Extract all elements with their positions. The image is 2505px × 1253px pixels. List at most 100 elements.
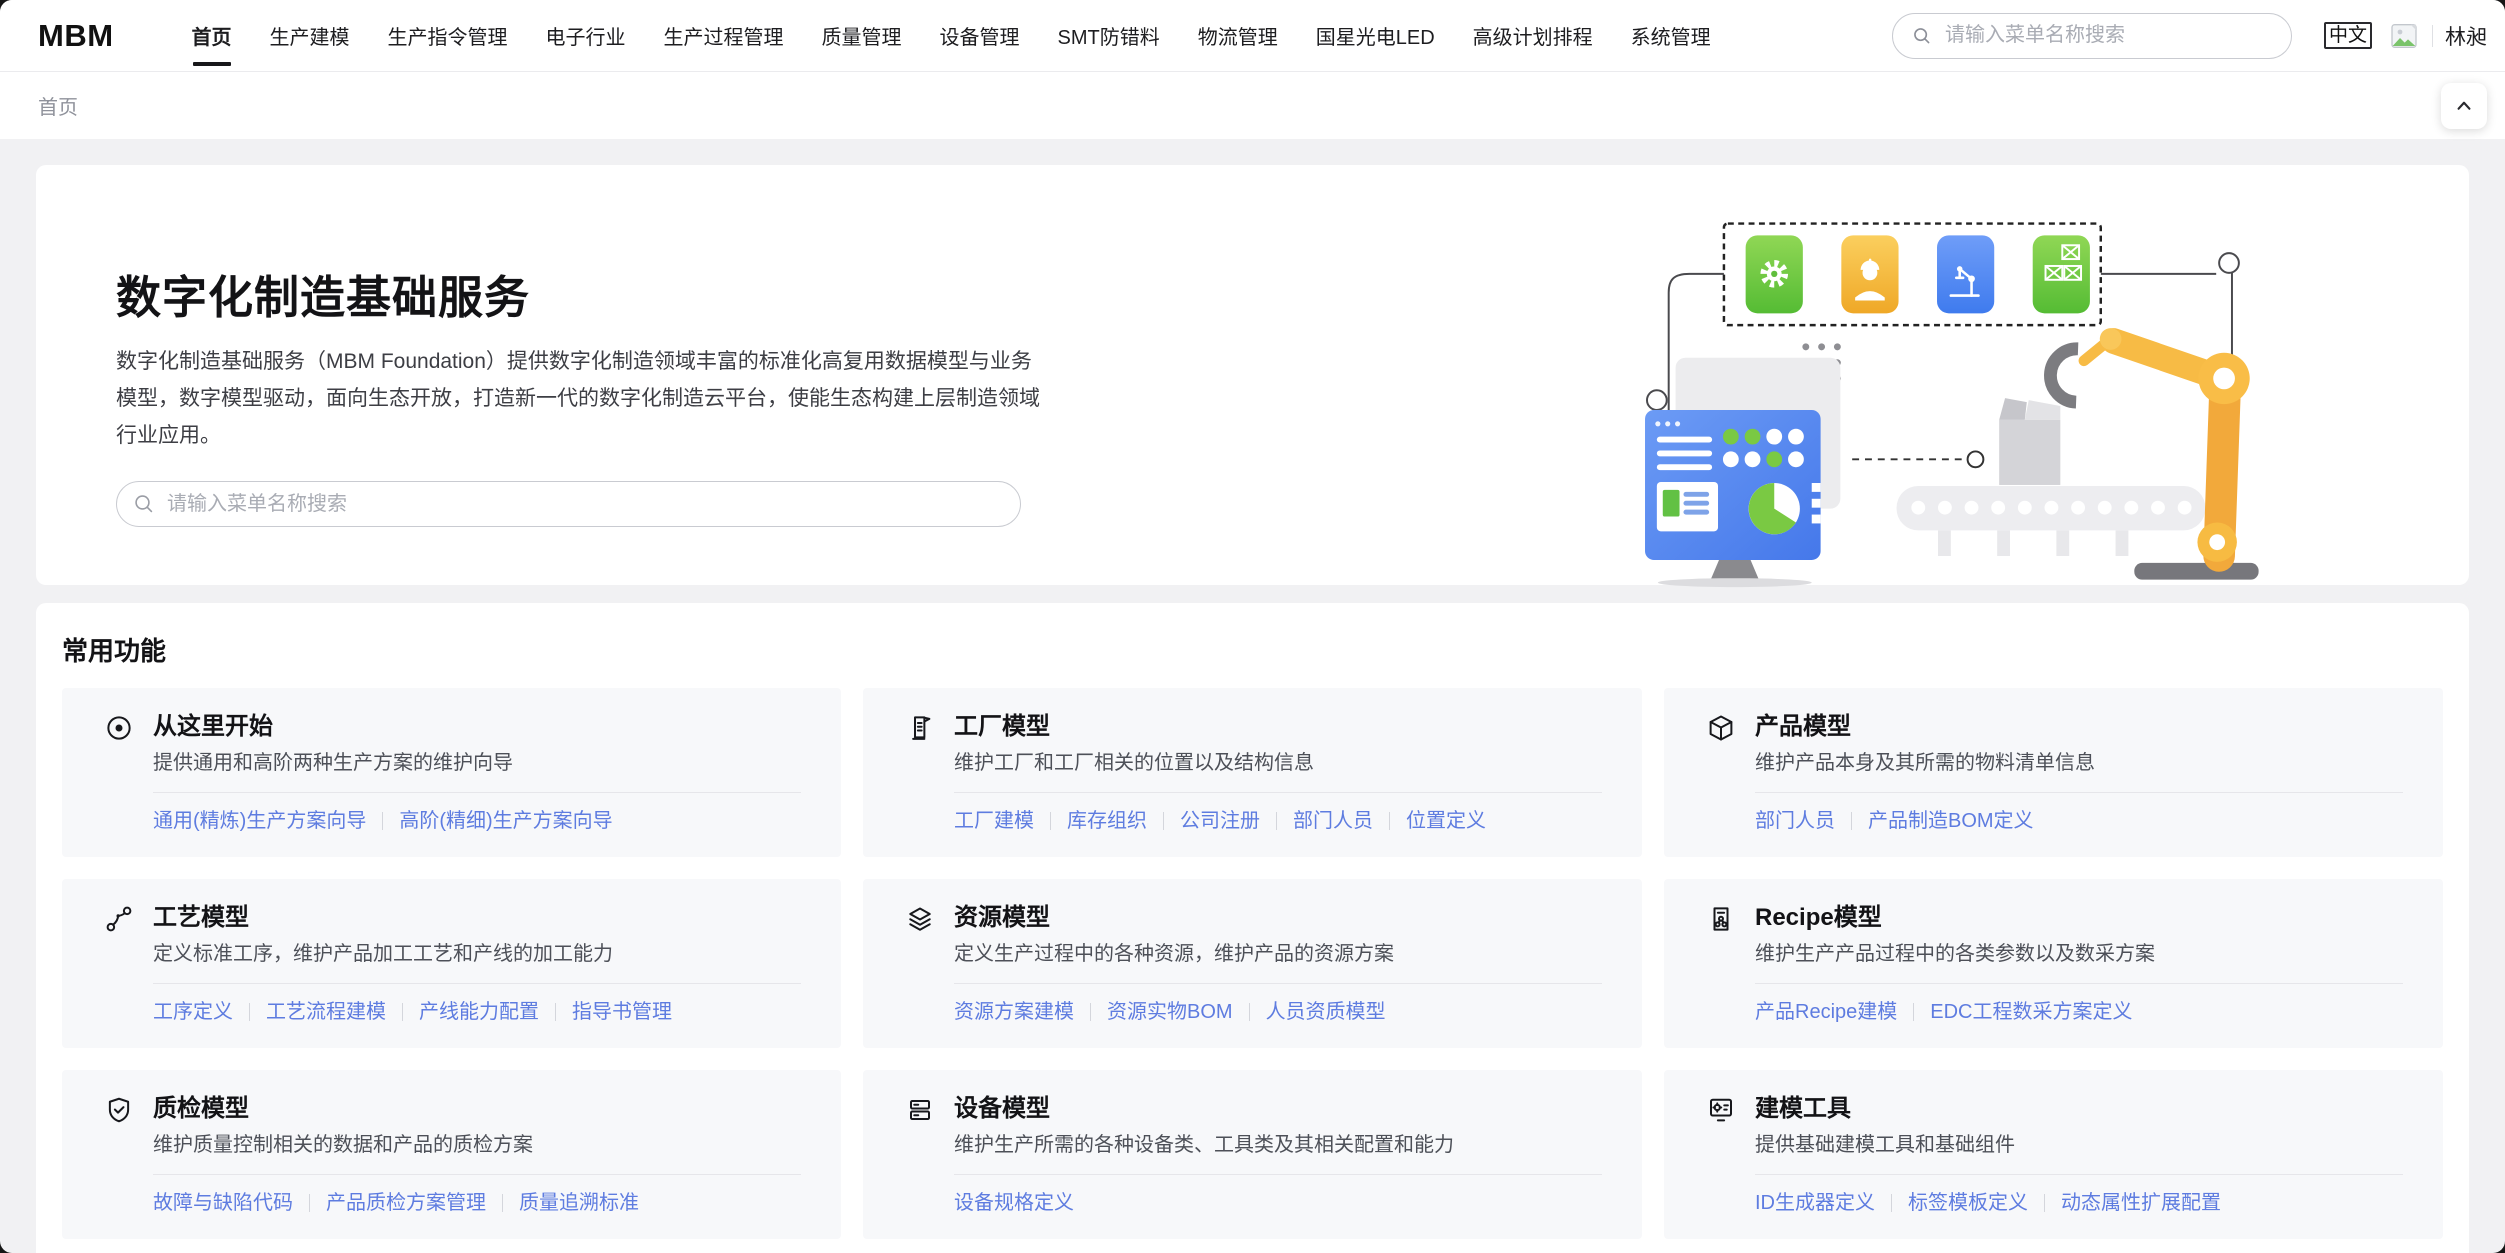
username[interactable]: 林昶 bbox=[2445, 21, 2491, 51]
card-link[interactable]: 公司注册 bbox=[1180, 807, 1260, 835]
card-title: 工厂模型 bbox=[954, 712, 1602, 742]
card-links: 工厂建模 库存组织 公司注册 部门人员 位置定义 bbox=[954, 807, 1602, 835]
card-divider bbox=[954, 1174, 1602, 1175]
card-link[interactable]: 动态属性扩展配置 bbox=[2061, 1189, 2221, 1217]
header-search[interactable] bbox=[1892, 13, 2292, 59]
nav-item-production-order-mgmt[interactable]: 生产指令管理 bbox=[388, 0, 508, 71]
function-card: 从这里开始 提供通用和高阶两种生产方案的维护向导 通用(精炼)生产方案向导高阶(… bbox=[62, 688, 841, 857]
card-divider bbox=[153, 792, 801, 793]
breadcrumb-bar: 首页 bbox=[0, 72, 2505, 139]
nav-item-logistics-mgmt[interactable]: 物流管理 bbox=[1198, 0, 1278, 71]
language-toggle[interactable]: 中文 bbox=[2324, 22, 2372, 49]
card-links: 资源方案建模 资源实物BOM 人员资质模型 bbox=[954, 998, 1602, 1026]
breadcrumb[interactable]: 首页 bbox=[38, 91, 78, 120]
card-title: 工艺模型 bbox=[153, 903, 801, 933]
card-link[interactable]: 产品质检方案管理 bbox=[326, 1189, 486, 1217]
function-card: 工厂模型 维护工厂和工厂相关的位置以及结构信息 工厂建模 库存组织 公司注册 部门人员… bbox=[863, 688, 1642, 857]
card-link[interactable]: 库存组织 bbox=[1067, 807, 1147, 835]
card-link[interactable]: 指导书管理 bbox=[572, 998, 672, 1026]
main-nav: 首页生产建模生产指令管理电子行业生产过程管理质量管理设备管理 SMT防错料物流管理… bbox=[192, 0, 1711, 71]
hero-search[interactable] bbox=[116, 481, 1021, 527]
card-links: 产品Recipe建模 EDC工程数采方案定义 bbox=[1755, 998, 2403, 1026]
card-link[interactable]: 设备规格定义 bbox=[954, 1189, 1074, 1217]
card-link[interactable]: 资源实物BOM bbox=[1107, 998, 1233, 1026]
header-search-input[interactable] bbox=[1943, 23, 2273, 48]
nav-item-production-modeling[interactable]: 生产建模 bbox=[270, 0, 350, 71]
functions-section: 常用功能 从这里开始 提供通用和高阶两种生产方案的维护向导 通用(精炼)生产方案… bbox=[36, 603, 2469, 1253]
target-icon bbox=[104, 713, 134, 743]
factory-icon bbox=[905, 713, 935, 743]
card-divider bbox=[153, 1174, 801, 1175]
nav-item-quality-mgmt[interactable]: 质量管理 bbox=[822, 0, 902, 71]
link-separator bbox=[1163, 812, 1164, 830]
card-link[interactable]: 资源方案建模 bbox=[954, 998, 1074, 1026]
main-content: 数字化制造基础服务 数字化制造基础服务（MBM Foundation）提供数字化… bbox=[0, 139, 2505, 1253]
nav-item-smt-error-proofing[interactable]: SMT防错料 bbox=[1058, 0, 1160, 71]
cube-icon bbox=[1706, 713, 1736, 743]
card-divider bbox=[954, 983, 1602, 984]
card-divider bbox=[1755, 1174, 2403, 1175]
flow-icon bbox=[104, 904, 134, 934]
card-description: 维护工厂和工厂相关的位置以及结构信息 bbox=[954, 749, 1602, 777]
link-separator bbox=[1891, 1194, 1892, 1212]
link-separator bbox=[555, 1003, 556, 1021]
nav-item-home[interactable]: 首页 bbox=[192, 0, 232, 71]
section-heading: 常用功能 bbox=[62, 631, 2443, 668]
card-description: 维护质量控制相关的数据和产品的质检方案 bbox=[153, 1131, 801, 1159]
link-separator bbox=[1249, 1003, 1250, 1021]
card-link[interactable]: 质量追溯标准 bbox=[519, 1189, 639, 1217]
card-link[interactable]: 人员资质模型 bbox=[1266, 998, 1386, 1026]
hero-title: 数字化制造基础服务 bbox=[116, 261, 2469, 326]
card-link[interactable]: 工厂建模 bbox=[954, 807, 1034, 835]
card-link[interactable]: 通用(精炼)生产方案向导 bbox=[153, 807, 366, 835]
card-link[interactable]: EDC工程数采方案定义 bbox=[1930, 998, 2132, 1026]
card-links: 部门人员 产品制造BOM定义 bbox=[1755, 807, 2403, 835]
function-card: 设备模型 维护生产所需的各种设备类、工具类及其相关配置和能力 设备规格定义 bbox=[863, 1070, 1642, 1239]
avatar[interactable] bbox=[2384, 16, 2424, 56]
card-link[interactable]: 标签模板定义 bbox=[1908, 1189, 2028, 1217]
broken-image-icon bbox=[2388, 20, 2420, 52]
card-link[interactable]: 产品制造BOM定义 bbox=[1868, 807, 2034, 835]
card-link[interactable]: 工艺流程建模 bbox=[266, 998, 386, 1026]
card-title: 设备模型 bbox=[954, 1094, 1602, 1124]
card-divider bbox=[954, 792, 1602, 793]
card-title: 建模工具 bbox=[1755, 1094, 2403, 1124]
card-link[interactable]: 高阶(精细)生产方案向导 bbox=[399, 807, 612, 835]
search-icon bbox=[1911, 25, 1933, 47]
nav-item-advanced-planning[interactable]: 高级计划排程 bbox=[1473, 0, 1593, 71]
chevron-up-icon bbox=[2451, 93, 2477, 119]
nav-item-equipment-mgmt[interactable]: 设备管理 bbox=[940, 0, 1020, 71]
collapse-button[interactable] bbox=[2441, 83, 2487, 129]
nav-item-guoxing-led[interactable]: 国星光电LED bbox=[1316, 0, 1435, 71]
nav-item-production-process-mgmt[interactable]: 生产过程管理 bbox=[664, 0, 784, 71]
card-links: 通用(精炼)生产方案向导 高阶(精细)生产方案向导 bbox=[153, 807, 801, 835]
function-card: 工艺模型 定义标准工序，维护产品加工工艺和产线的加工能力 工序定义工艺流程建模产… bbox=[62, 879, 841, 1048]
card-link[interactable]: ID生成器定义 bbox=[1755, 1189, 1875, 1217]
card-link[interactable]: 部门人员 bbox=[1293, 807, 1373, 835]
tools-icon bbox=[1706, 1095, 1736, 1125]
card-link[interactable]: 产线能力配置 bbox=[419, 998, 539, 1026]
recipe-icon bbox=[1706, 904, 1736, 934]
link-separator bbox=[1276, 812, 1277, 830]
function-card: 建模工具 提供基础建模工具和基础组件 ID生成器定义 标签模板定义 动态属性扩展配置 bbox=[1664, 1070, 2443, 1239]
link-separator bbox=[1090, 1003, 1091, 1021]
card-link[interactable]: 故障与缺陷代码 bbox=[153, 1189, 293, 1217]
nav-item-system-mgmt[interactable]: 系统管理 bbox=[1631, 0, 1711, 71]
card-link[interactable]: 位置定义 bbox=[1406, 807, 1486, 835]
card-description: 提供基础建模工具和基础组件 bbox=[1755, 1131, 2403, 1159]
hero-search-input[interactable] bbox=[165, 492, 1005, 517]
card-link[interactable]: 部门人员 bbox=[1755, 807, 1835, 835]
link-separator bbox=[249, 1003, 250, 1021]
card-link[interactable]: 产品Recipe建模 bbox=[1755, 998, 1897, 1026]
function-card: 资源模型 定义生产过程中的各种资源，维护产品的资源方案 资源方案建模资源实物BO… bbox=[863, 879, 1642, 1048]
card-links: ID生成器定义 标签模板定义 动态属性扩展配置 bbox=[1755, 1189, 2403, 1217]
function-card: 产品模型 维护产品本身及其所需的物料清单信息 部门人员产品制造BOM定义 bbox=[1664, 688, 2443, 857]
app-logo[interactable]: MBM bbox=[38, 18, 114, 54]
card-description: 提供通用和高阶两种生产方案的维护向导 bbox=[153, 749, 801, 777]
card-link[interactable]: 工序定义 bbox=[153, 998, 233, 1026]
card-description: 维护生产产品过程中的各类参数以及数采方案 bbox=[1755, 940, 2403, 968]
nav-item-electronics-industry[interactable]: 电子行业 bbox=[546, 0, 626, 71]
card-title: 质检模型 bbox=[153, 1094, 801, 1124]
card-divider bbox=[153, 983, 801, 984]
card-description: 维护生产所需的各种设备类、工具类及其相关配置和能力 bbox=[954, 1131, 1602, 1159]
